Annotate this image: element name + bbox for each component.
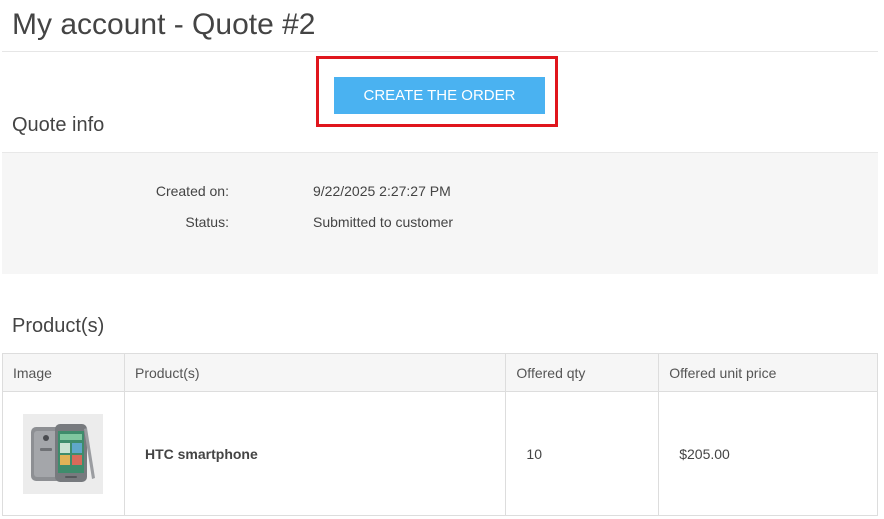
page-title: My account - Quote #2: [12, 8, 316, 41]
product-image-cell: [2, 391, 125, 516]
offered-unit-price-cell: $205.00: [658, 391, 878, 516]
offered-qty-cell: 10: [505, 391, 660, 516]
status-value: Submitted to customer: [313, 214, 454, 230]
products-title: Product(s): [12, 315, 105, 337]
create-order-button[interactable]: CREATE THE ORDER: [334, 77, 545, 114]
quote-info-title: Quote info: [12, 114, 105, 136]
smartphone-image-icon[interactable]: [23, 413, 103, 494]
column-header-price: Offered unit price: [658, 353, 878, 392]
title-divider: [2, 51, 878, 52]
column-header-image: Image: [2, 353, 125, 392]
quote-info-panel: [2, 152, 878, 274]
products-table: Image Product(s) Offered qty Offered uni…: [2, 353, 878, 516]
table-header-row: Image Product(s) Offered qty Offered uni…: [2, 353, 878, 392]
status-label: Status:: [185, 214, 229, 230]
column-header-product: Product(s): [123, 353, 507, 392]
table-row: HTC smartphone 10 $205.00: [2, 391, 878, 516]
created-on-label: Created on:: [155, 183, 229, 199]
product-name-cell: HTC smartphone: [123, 391, 507, 516]
product-name-link[interactable]: HTC smartphone: [145, 446, 258, 462]
column-header-qty: Offered qty: [505, 353, 660, 392]
created-on-value: 9/22/2025 2:27:27 PM: [313, 183, 451, 199]
